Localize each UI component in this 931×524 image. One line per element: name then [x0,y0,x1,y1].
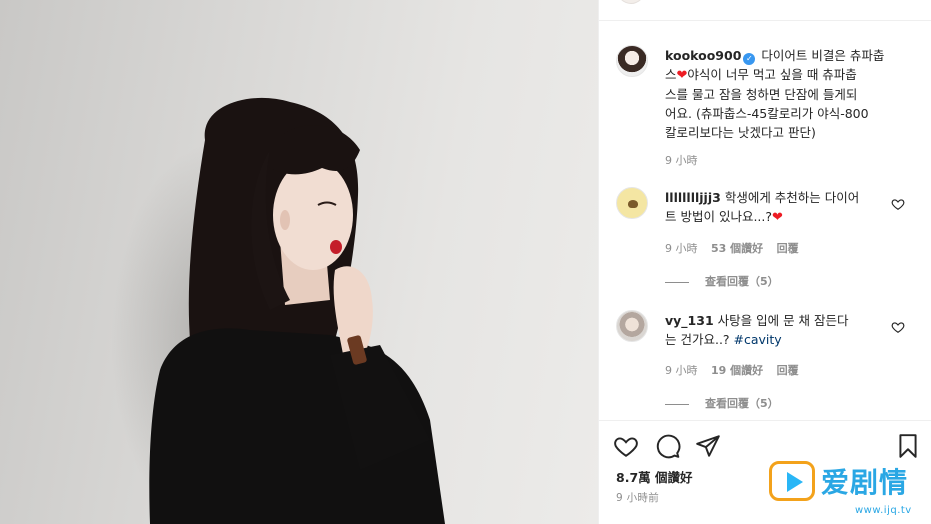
caption-text-6: 칼로리보다는 낫겠다고 판단) [665,125,816,140]
caption-text-5: 어요. (츄파춥스-45칼로리가 야식-800 [665,106,869,121]
comment-1-username[interactable]: lllllllljjj3 [665,190,721,205]
tv-play-logo-icon [769,461,815,501]
comment-2-text-1: 사탕을 입에 문 채 잠든다 [717,313,849,328]
post-photo[interactable] [0,0,598,524]
comment-1-view-replies[interactable]: 查看回覆（5） [665,273,779,289]
watermark-url: www.ijq.tv [855,505,912,516]
comment-2-username[interactable]: vy_131 [665,313,714,328]
heart-icon[interactable] [613,433,639,459]
comment-2-view-replies[interactable]: 查看回覆（5） [665,395,779,411]
caption-text-4: 스를 물고 잠을 청하면 단잠에 들게되 [665,87,858,102]
divider-line [665,403,689,405]
comment-1-heart-icon[interactable] [891,197,905,211]
caption-meta: 9 小時 [665,152,708,168]
comment-icon[interactable] [655,433,681,459]
red-heart-emoji-icon: ❤ [676,68,688,83]
caption-username[interactable]: kookoo900 [665,48,741,63]
header-divider [599,20,931,21]
caption: kookoo900 ✓ 다이어트 비결은 츄파춥 스❤야식이 너무 먹고 싶을 때… [665,46,917,142]
caption-text-1: 다이어트 비결은 츄파춥 [761,48,885,63]
red-heart-emoji-icon: ❤ [772,210,783,225]
likes-count[interactable]: 8.7萬 個讚好 [616,467,693,486]
comment-2-heart-icon[interactable] [891,320,905,334]
comment-2-meta: 9 小時 19 個讚好 回覆 [665,362,809,378]
hashtag-link[interactable]: #cavity [734,332,782,347]
view-replies-label: 查看回覆（5） [705,275,779,288]
post-time[interactable]: 9 小時前 [616,490,659,505]
commenter-avatar[interactable] [616,310,648,342]
woman-portrait-illustration [149,97,446,524]
caption-text-3: 야식이 너무 먹고 싶을 때 츄파춥 [687,67,857,82]
comment-1-text-1: 학생에게 추천하는 다이어 [724,190,860,205]
comment-2-likes[interactable]: 19 個讚好 [711,364,763,377]
chick-icon [628,200,638,208]
comment-1-likes[interactable]: 53 個讚好 [711,242,763,255]
verified-badge-icon: ✓ [743,53,756,65]
caption-time[interactable]: 9 小時 [665,154,698,167]
commenter-avatar[interactable] [616,187,648,219]
comment-1-time[interactable]: 9 小時 [665,242,698,255]
actions-divider [599,420,931,421]
caption-text-2: 스 [665,67,677,82]
comment-2: vy_131 사탕을 입에 문 채 잠든다 는 건가요..? #cavity [665,311,885,349]
comment-1-text-2: 트 방법이 있나요...? [665,209,773,224]
comment-2-reply-button[interactable]: 回覆 [777,364,799,377]
comment-2-text-2: 는 건가요..? [665,332,734,347]
view-replies-label: 查看回覆（5） [705,397,779,410]
comment-1: lllllllljjj3 학생에게 추천하는 다이어 트 방법이 있나요...?… [665,188,885,227]
comment-2-time[interactable]: 9 小時 [665,364,698,377]
divider-line [665,281,689,283]
watermark-title: 爱剧情 [821,466,909,499]
comment-1-meta: 9 小時 53 個讚好 回覆 [665,240,809,256]
comment-1-reply-button[interactable]: 回覆 [777,242,799,255]
post-details-panel: kookoo900 ✓ 다이어트 비결은 츄파춥 스❤야식이 너무 먹고 싶을 때… [598,0,931,524]
paper-plane-icon[interactable] [695,433,721,459]
play-icon [787,472,803,492]
site-watermark: 爱剧情 www.ijq.tv [765,455,931,524]
owner-avatar[interactable] [616,45,648,77]
header-avatar[interactable] [617,0,645,4]
